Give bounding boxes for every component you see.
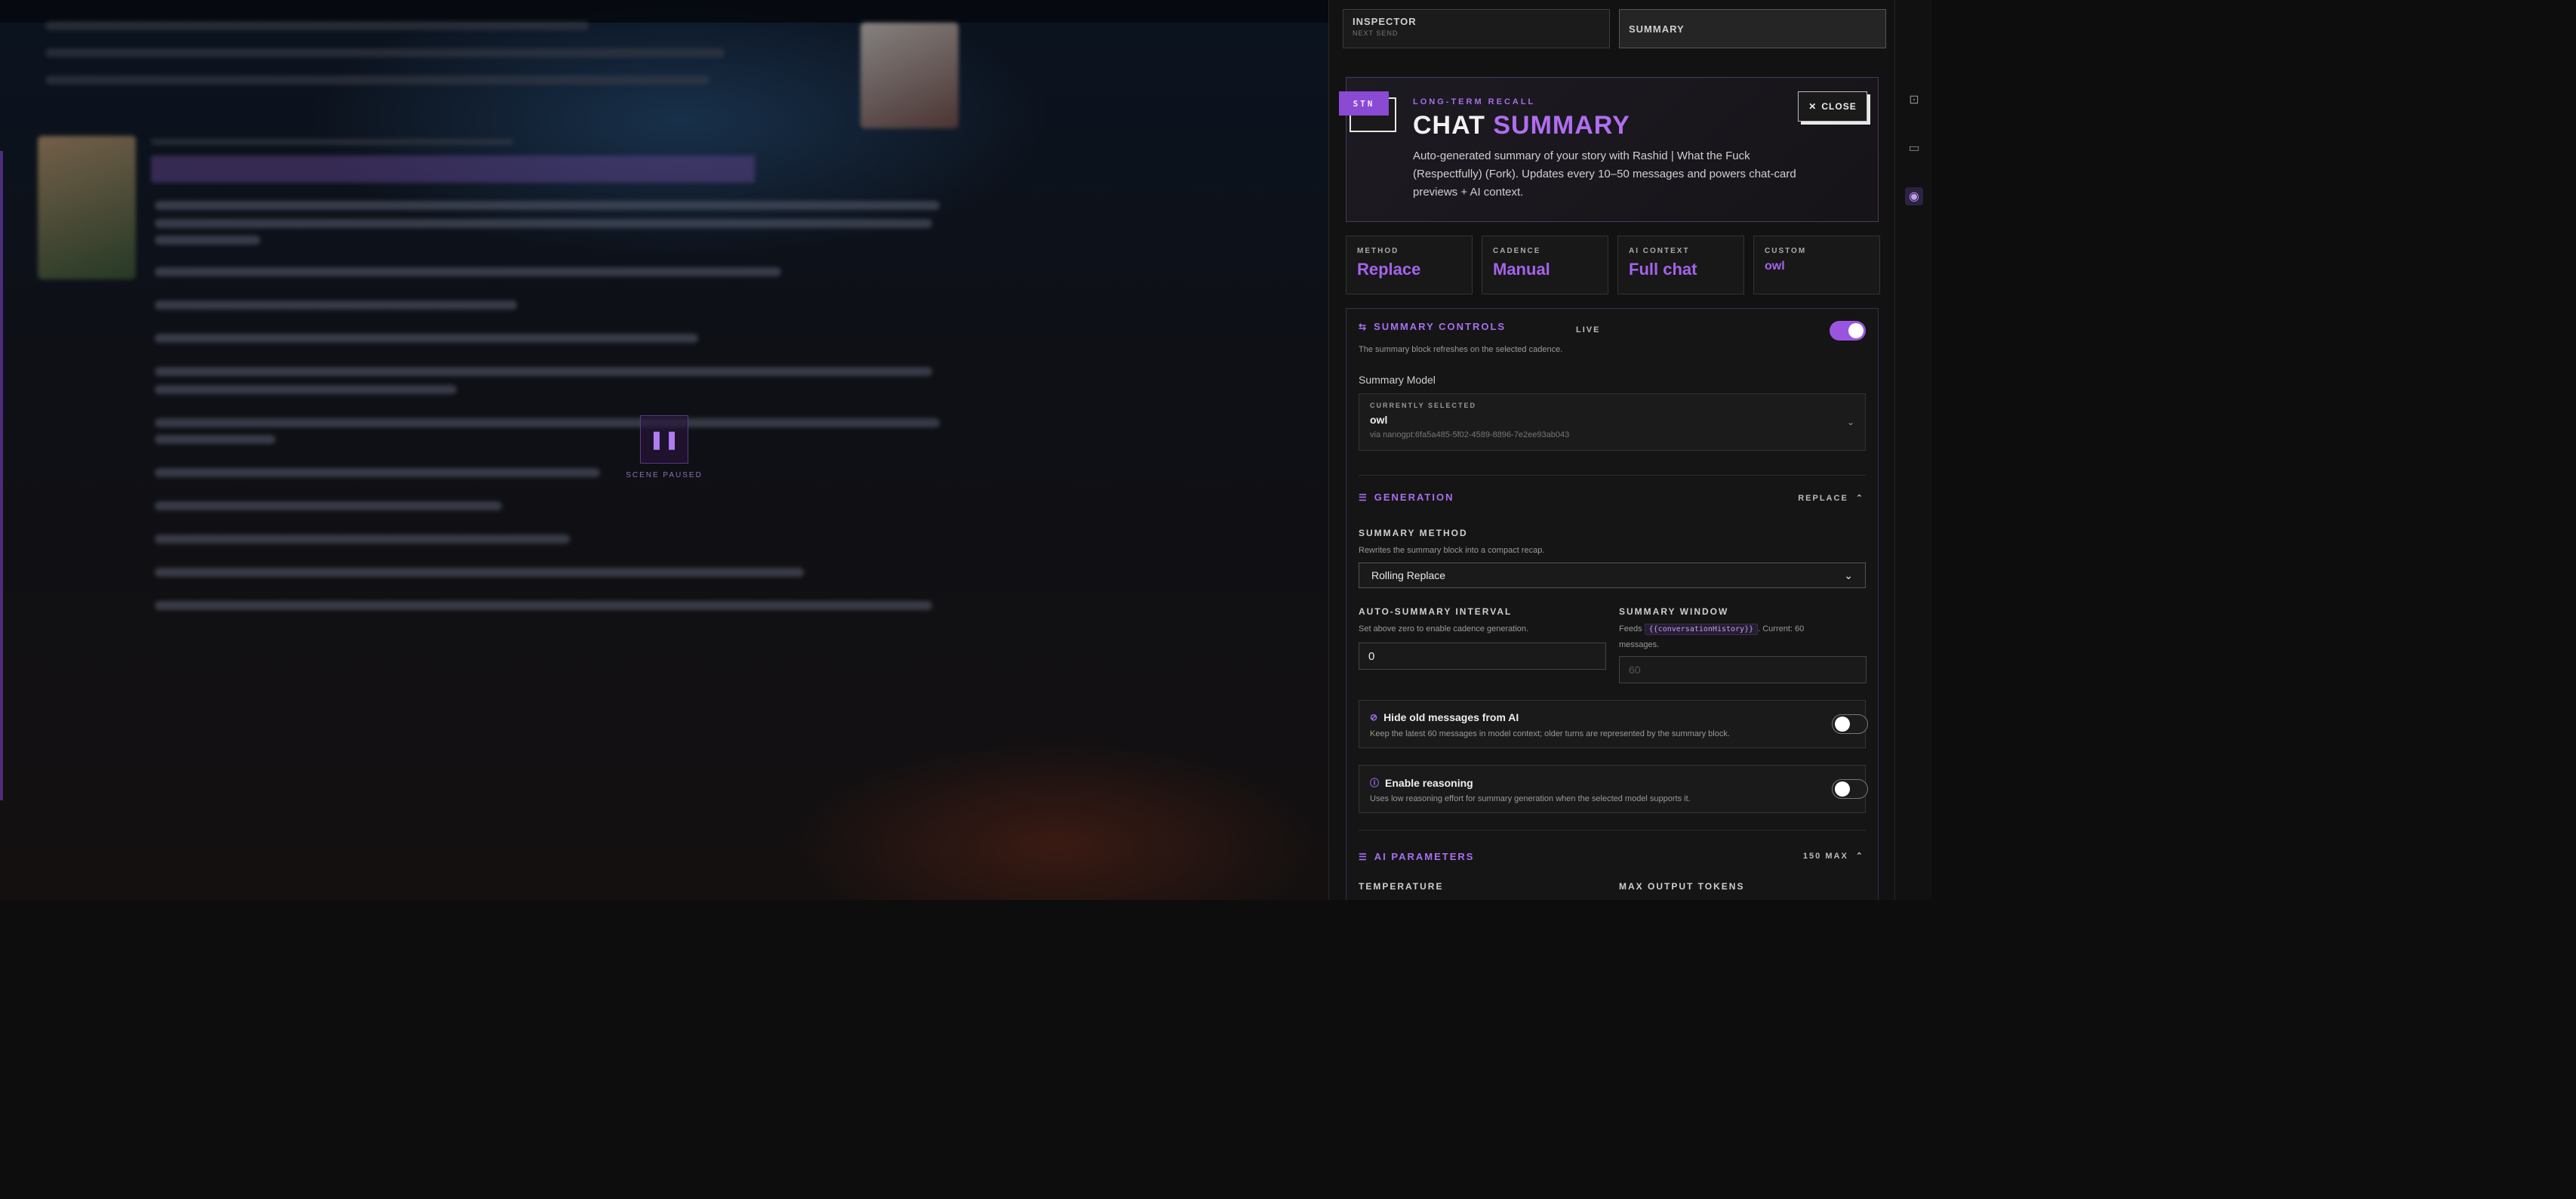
summary-model-label: Summary Model: [1359, 374, 1436, 386]
left-accent-stripe: [0, 151, 3, 800]
summary-controls-note: The summary block refreshes on the selec…: [1359, 345, 1563, 354]
summary-model-select[interactable]: CURRENTLY SELECTED owl via nanogpt:6fa5a…: [1359, 393, 1866, 451]
ai-parameters-max: 150 MAX: [1802, 851, 1848, 861]
chevron-down-icon: ⌄: [1846, 417, 1854, 427]
close-icon: ✕: [1808, 101, 1817, 112]
tab-inspector-label: INSPECTOR: [1353, 16, 1417, 27]
scene-paused-label: SCENE PAUSED: [626, 471, 703, 479]
chat-backdrop: ❚❚ SCENE PAUSED: [0, 0, 1328, 900]
stat-label: CADENCE: [1493, 247, 1541, 255]
interval-note: Set above zero to enable cadence generat…: [1359, 624, 1529, 633]
model-caption: CURRENTLY SELECTED: [1370, 402, 1477, 409]
summary-controls-title: SUMMARY CONTROLS: [1374, 321, 1507, 332]
window-label: SUMMARY WINDOW: [1619, 606, 1729, 617]
close-button[interactable]: ✕ CLOSE: [1798, 91, 1867, 122]
interval-input[interactable]: 0: [1359, 643, 1606, 670]
generation-mode-label: REPLACE: [1798, 493, 1848, 503]
generation-title: GENERATION: [1374, 492, 1454, 503]
stat-label: METHOD: [1357, 247, 1399, 255]
ai-parameters-header[interactable]: ☰ AI PARAMETERS: [1359, 851, 1474, 862]
model-via: via nanogpt:6fa5a485-5f02-4589-8896-7e2e…: [1370, 430, 1570, 439]
badge-label: STN: [1339, 91, 1389, 116]
interval-label: AUTO-SUMMARY INTERVAL: [1359, 606, 1513, 617]
list-icon: ☰: [1359, 492, 1368, 503]
pause-button[interactable]: ❚❚: [640, 415, 688, 464]
stat-value: Full chat: [1629, 260, 1697, 279]
summary-controls-header: ⇆ SUMMARY CONTROLS: [1359, 321, 1506, 332]
close-label: CLOSE: [1821, 101, 1857, 112]
title-main: CHAT: [1413, 111, 1485, 140]
stat-method: METHOD Replace: [1346, 236, 1473, 294]
stat-label: AI CONTEXT: [1629, 247, 1690, 255]
stat-label: CUSTOM: [1765, 247, 1807, 255]
stat-custom: CUSTOM owl: [1753, 236, 1880, 294]
eye-off-icon: ⊘: [1370, 712, 1378, 723]
hide-old-toggle[interactable]: [1832, 714, 1868, 734]
list-icon: ☰: [1359, 851, 1368, 862]
reasoning-desc: Uses low reasoning effort for summary ge…: [1370, 794, 1691, 803]
reasoning-toggle[interactable]: [1832, 779, 1868, 799]
interval-value: 0: [1368, 649, 1375, 663]
pause-icon: ❚❚: [648, 429, 680, 450]
app-viewport: ❚❚ SCENE PAUSED INSPECTOR NEXT SEND SUMM…: [0, 0, 1932, 900]
summary-panel: INSPECTOR NEXT SEND SUMMARY STN LONG-TER…: [1328, 0, 1895, 900]
hide-old-title: Hide old messages from AI: [1383, 711, 1519, 723]
stn-badge: STN: [1339, 91, 1399, 132]
summary-method-value: Rolling Replace: [1371, 569, 1446, 581]
summary-method-note: Rewrites the summary block into a compac…: [1359, 546, 1545, 555]
info-icon: ⓘ: [1370, 778, 1380, 788]
summary-stats: METHOD Replace CADENCE Manual AI CONTEXT…: [1346, 236, 1880, 294]
window-placeholder: 60: [1629, 664, 1641, 676]
conversation-history-chip: {{conversationHistory}}: [1644, 624, 1759, 635]
right-icon-rail: ⊡ ▭ ◉: [1894, 0, 1932, 900]
summary-controls-card: ⇆ SUMMARY CONTROLS LIVE The summary bloc…: [1346, 308, 1879, 900]
hide-old-desc: Keep the latest 60 messages in model con…: [1370, 729, 1730, 738]
frame-icon[interactable]: ⊡: [1905, 91, 1923, 109]
stat-cadence: CADENCE Manual: [1482, 236, 1608, 294]
stat-value: Replace: [1357, 260, 1421, 279]
hero-eyebrow: LONG-TERM RECALL: [1413, 97, 1536, 106]
tab-inspector-sublabel: NEXT SEND: [1353, 29, 1399, 37]
page-title: CHAT SUMMARY: [1413, 111, 1630, 140]
summary-enabled-toggle[interactable]: [1830, 321, 1866, 341]
window-note: Feeds {{conversationHistory}}. Current: …: [1619, 621, 1860, 652]
tab-summary-label: SUMMARY: [1629, 23, 1685, 35]
eye-icon[interactable]: ◉: [1905, 187, 1923, 205]
divider: [1359, 475, 1866, 476]
window-input[interactable]: 60: [1619, 656, 1867, 683]
chevron-up-icon: ⌃: [1855, 852, 1864, 861]
generation-header[interactable]: ☰ GENERATION: [1359, 492, 1454, 503]
tab-inspector[interactable]: INSPECTOR NEXT SEND: [1343, 9, 1610, 48]
ai-parameters-title: AI PARAMETERS: [1374, 851, 1475, 862]
ai-parameters-collapse[interactable]: 150 MAX ⌃: [1803, 851, 1864, 861]
max-tokens-label: MAX OUTPUT TOKENS: [1619, 881, 1745, 892]
live-indicator: LIVE: [1576, 325, 1601, 334]
panel-tabs: INSPECTOR NEXT SEND SUMMARY: [1343, 9, 1886, 48]
monitor-icon[interactable]: ▭: [1905, 139, 1923, 157]
enable-reasoning-card: ⓘ Enable reasoning Uses low reasoning ef…: [1359, 765, 1868, 813]
stat-ai-context: AI CONTEXT Full chat: [1617, 236, 1744, 294]
window-note-pre: Feeds: [1619, 624, 1642, 633]
summary-method-select[interactable]: Rolling Replace ⌄: [1359, 563, 1866, 588]
window-note-post: . Current: 60: [1758, 624, 1805, 633]
summary-method-label: SUMMARY METHOD: [1359, 528, 1468, 538]
reasoning-title: Enable reasoning: [1385, 776, 1473, 789]
window-note-tail: messages.: [1619, 640, 1660, 649]
chevron-up-icon: ⌃: [1855, 494, 1864, 503]
generation-collapse[interactable]: REPLACE ⌃: [1798, 493, 1864, 504]
chevron-down-icon: ⌄: [1844, 569, 1853, 581]
stat-value: Manual: [1493, 260, 1550, 279]
summary-hero: STN LONG-TERM RECALL CHAT SUMMARY Auto-g…: [1339, 77, 1879, 222]
stat-value: owl: [1765, 260, 1785, 273]
title-accent: SUMMARY: [1493, 111, 1630, 140]
divider: [1359, 830, 1866, 831]
hide-old-messages-card: ⊘ Hide old messages from AI Keep the lat…: [1359, 700, 1868, 748]
tab-summary[interactable]: SUMMARY: [1619, 9, 1886, 48]
hero-description: Auto-generated summary of your story wit…: [1413, 149, 1796, 199]
model-name: owl: [1370, 414, 1388, 426]
temperature-label: TEMPERATURE: [1359, 881, 1444, 892]
sliders-icon: ⇆: [1359, 321, 1368, 332]
